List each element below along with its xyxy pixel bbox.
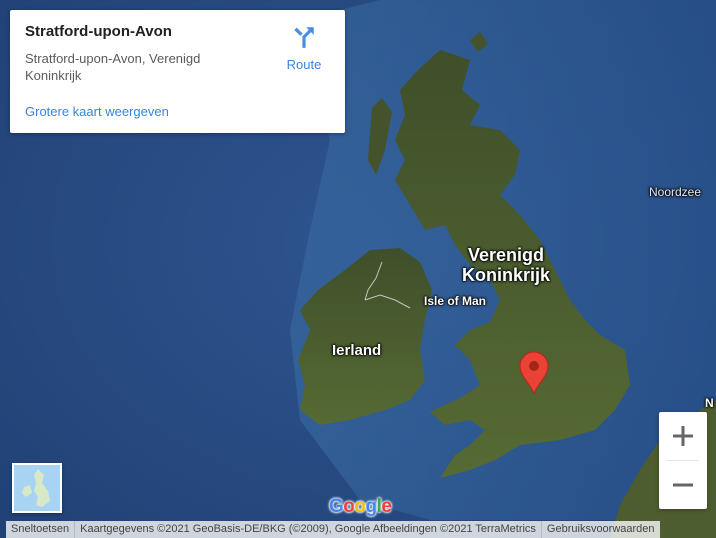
label-uk-line2: Koninkrijk: [462, 265, 551, 285]
minus-icon: [673, 483, 693, 487]
zoom-in-button[interactable]: [659, 412, 707, 460]
map-attribution: Kaartgegevens ©2021 GeoBasis-DE/BKG (©20…: [74, 521, 541, 538]
logo-letter: g: [365, 496, 378, 517]
label-uk-line1: Verenigd: [467, 245, 545, 265]
logo-letter: o: [354, 496, 366, 517]
place-title: Stratford-upon-Avon: [25, 23, 172, 40]
land-isle-of-man: [414, 305, 422, 319]
keyboard-shortcuts-link[interactable]: Sneltoetsen: [6, 521, 75, 538]
larger-map-link[interactable]: Grotere kaart weergeven: [25, 104, 169, 119]
terms-link[interactable]: Gebruiksvoorwaarden: [540, 521, 660, 538]
zoom-out-button[interactable]: [659, 461, 707, 509]
map-footer: Sneltoetsen Kaartgegevens ©2021 GeoBasis…: [0, 521, 716, 538]
logo-letter: G: [329, 496, 344, 517]
route-button[interactable]: Route: [280, 24, 328, 84]
route-label: Route: [286, 57, 322, 72]
label-uk: Verenigd Koninkrijk: [462, 245, 550, 285]
location-pin-icon[interactable]: [518, 351, 550, 395]
map-type-thumbnail[interactable]: [12, 463, 62, 513]
label-north-sea: Noordzee: [649, 185, 702, 199]
logo-letter: e: [381, 496, 392, 517]
zoom-controls: [659, 412, 707, 509]
directions-icon: [294, 27, 314, 48]
label-isle-of-man: Isle of Man: [424, 294, 487, 308]
place-address: Stratford-upon-Avon, Verenigd Koninkrijk: [25, 51, 201, 83]
place-info-card: Stratford-upon-Avon Stratford-upon-Avon,…: [10, 10, 345, 133]
logo-letter: o: [343, 496, 355, 517]
plus-icon: [673, 426, 693, 446]
google-logo[interactable]: Google: [329, 496, 392, 518]
map-type-preview: [14, 465, 60, 511]
label-partial: N: [705, 396, 714, 410]
label-ireland: Ierland: [332, 342, 382, 359]
